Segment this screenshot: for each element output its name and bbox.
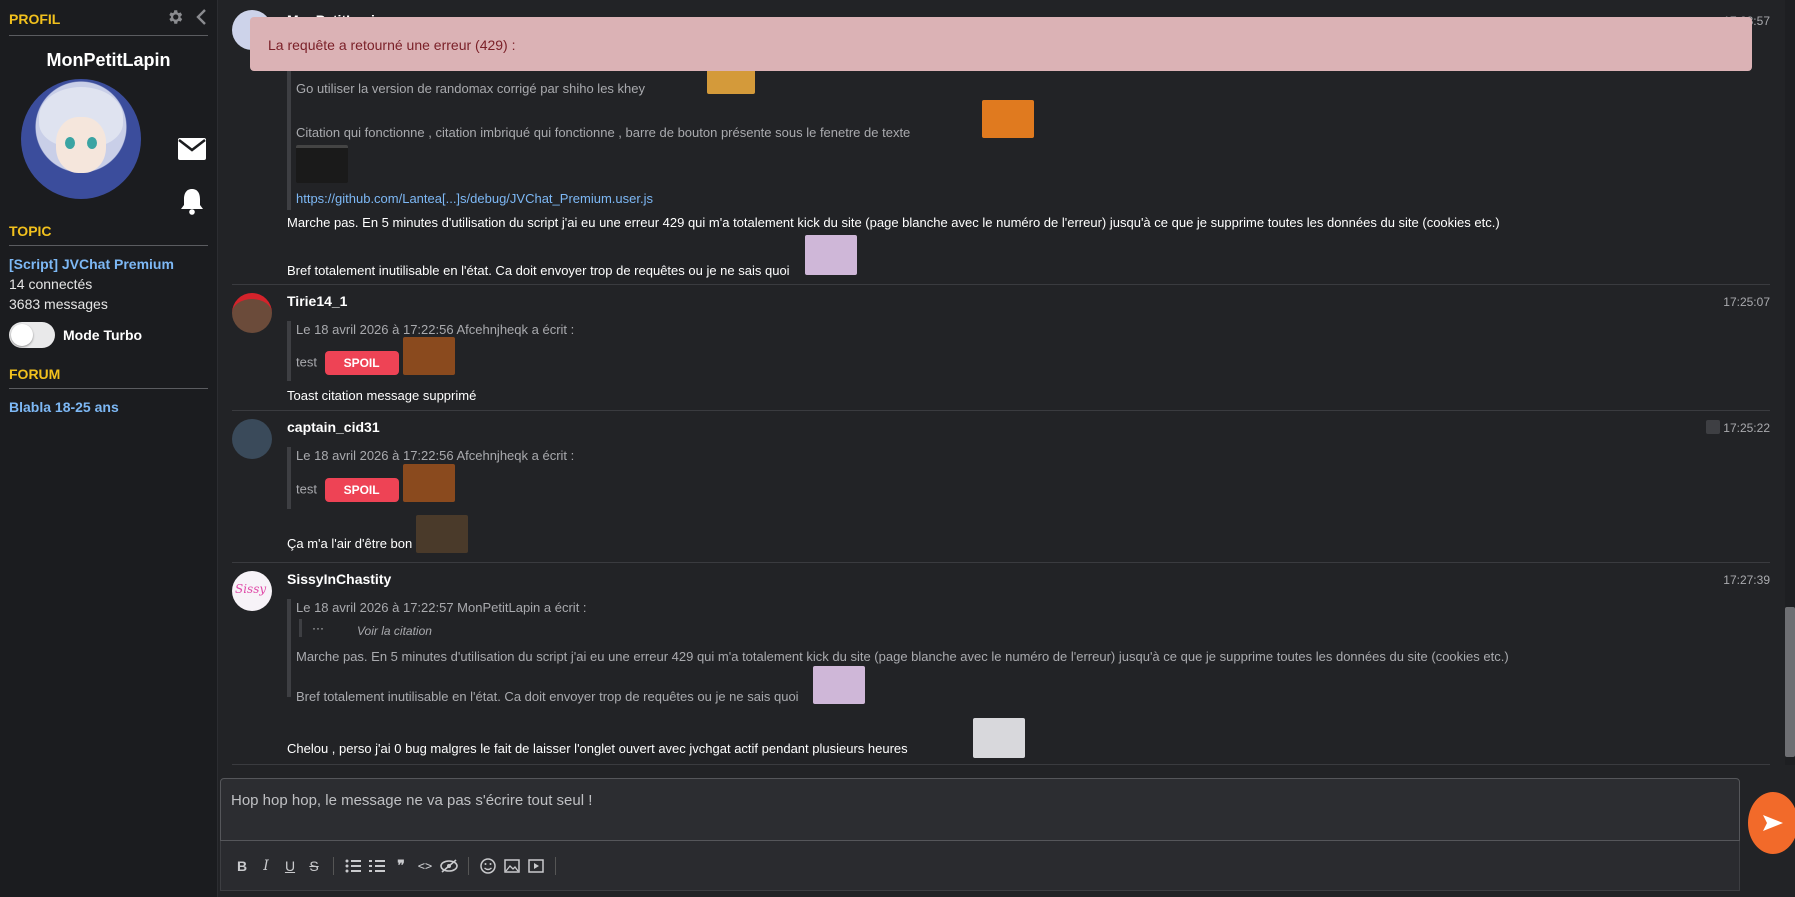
sidebar: PROFIL MonPetitLapin TOPIC [Script] JVCh… [0,0,218,897]
message-author[interactable]: captain_cid31 [287,419,380,435]
strikethrough-icon[interactable]: S [305,857,323,875]
message-item: captain_cid31 17:25:22 Le 18 avril 2026 … [232,411,1770,563]
spoiler-eye-icon[interactable] [440,857,458,875]
forum-name-link[interactable]: Blabla 18-25 ans [9,399,208,415]
send-icon [1763,815,1783,831]
profile-heading: PROFIL [9,8,208,36]
message-body: Chelou , perso j'ai 0 bug malgres le fai… [287,741,908,756]
turbo-label: Mode Turbo [63,327,143,343]
connected-count: 14 connectés [9,276,93,292]
message-list: MonPetitLapin 17:23:57 Go utiliser la ve… [232,0,1770,765]
video-thumbnail[interactable] [296,145,348,183]
underline-icon[interactable]: U [281,857,299,875]
message-input-placeholder: Hop hop hop, le message ne va pas s'écri… [231,792,593,809]
topic-heading: TOPIC [9,223,208,246]
message-time: 17:25:07 [1723,295,1770,309]
quote-line: Bref totalement inutilisable en l'état. … [296,689,799,704]
sticker-image [416,515,468,553]
video-icon[interactable] [527,857,545,875]
quote-line: Marche pas. En 5 minutes d'utilisation d… [296,649,1509,664]
send-button[interactable] [1748,792,1795,854]
bullet-list-icon[interactable] [344,857,362,875]
italic-icon[interactable]: I [257,857,275,875]
turbo-toggle[interactable] [9,322,55,348]
quote-text: test [296,354,317,370]
message-body-line: Bref totalement inutilisable en l'état. … [287,263,790,278]
message-item: Tirie14_1 17:25:07 Le 18 avril 2026 à 17… [232,285,1770,411]
sticker-image [805,235,857,275]
emoji-icon[interactable] [479,857,497,875]
avatar[interactable] [232,419,272,459]
message-time: 17:25:22 [1723,421,1770,435]
message-body: Toast citation message supprimé [287,388,477,403]
forum-heading: FORUM [9,366,208,389]
scrollbar-thumb[interactable] [1785,607,1795,757]
message-author[interactable]: SissyInChastity [287,571,391,587]
message-body: Ça m'a l'air d'être bon [287,536,413,551]
voir-citation-link[interactable]: Voir la citation [357,624,432,638]
composer: Hop hop hop, le message ne va pas s'écri… [218,776,1795,897]
sticker-image [813,666,865,704]
spoil-button[interactable]: SPOIL [324,478,399,502]
avatar[interactable]: Sissy [232,571,272,611]
quote-content: test SPOIL [296,478,399,502]
quote-icon[interactable]: ❞ [392,857,410,875]
quote-text: test [296,481,317,497]
bold-icon[interactable]: B [233,857,251,875]
sticker-image [973,718,1025,758]
toast-text: La requête a retourné une erreur (429) : [268,37,516,53]
quote-content: test SPOIL [296,351,399,375]
code-icon[interactable]: <> [416,857,434,875]
ellipsis-icon[interactable]: ··· [312,621,324,635]
bell-icon[interactable] [179,187,205,218]
message-body-line: Marche pas. En 5 minutes d'utilisation d… [287,215,1500,230]
sticker-image [982,100,1034,138]
avatar[interactable] [232,293,272,333]
sticker-image [403,464,455,502]
gear-icon[interactable] [166,8,184,29]
quote-link[interactable]: https://github.com/Lantea[...]s/debug/JV… [296,191,653,206]
numbered-list-icon[interactable] [368,857,386,875]
sticker-image [403,337,455,375]
image-icon[interactable] [503,857,521,875]
message-time: 17:27:39 [1723,573,1770,587]
profile-row [9,77,208,215]
quote-header: Le 18 avril 2026 à 17:22:56 Afcehnjheqk … [296,448,575,463]
mail-icon[interactable] [177,137,207,164]
error-toast[interactable]: La requête a retourné une erreur (429) : [250,17,1752,71]
quote-header: Le 18 avril 2026 à 17:22:56 Afcehnjheqk … [296,322,575,337]
formatting-toolbar: B I U S ❞ <> [220,841,1740,891]
profile-avatar[interactable] [21,79,141,199]
topic-title-link[interactable]: [Script] JVChat Premium [9,256,208,272]
message-author[interactable]: Tirie14_1 [287,293,347,309]
chevron-left-icon[interactable] [194,8,208,29]
scrollbar[interactable] [1785,0,1795,765]
profile-username[interactable]: MonPetitLapin [9,50,208,71]
message-item: Sissy SissyInChastity 17:27:39 Le 18 avr… [232,563,1770,765]
quote-icon[interactable] [1706,420,1720,434]
message-count: 3683 messages [9,296,108,312]
sticker-image [707,68,755,94]
quote-line: Citation qui fonctionne , citation imbri… [296,125,911,140]
message-input[interactable]: Hop hop hop, le message ne va pas s'écri… [220,778,1740,841]
quote-line: Go utiliser la version de randomax corri… [296,81,646,96]
spoil-button[interactable]: SPOIL [324,351,399,375]
quote-header: Le 18 avril 2026 à 17:22:57 MonPetitLapi… [296,600,587,615]
